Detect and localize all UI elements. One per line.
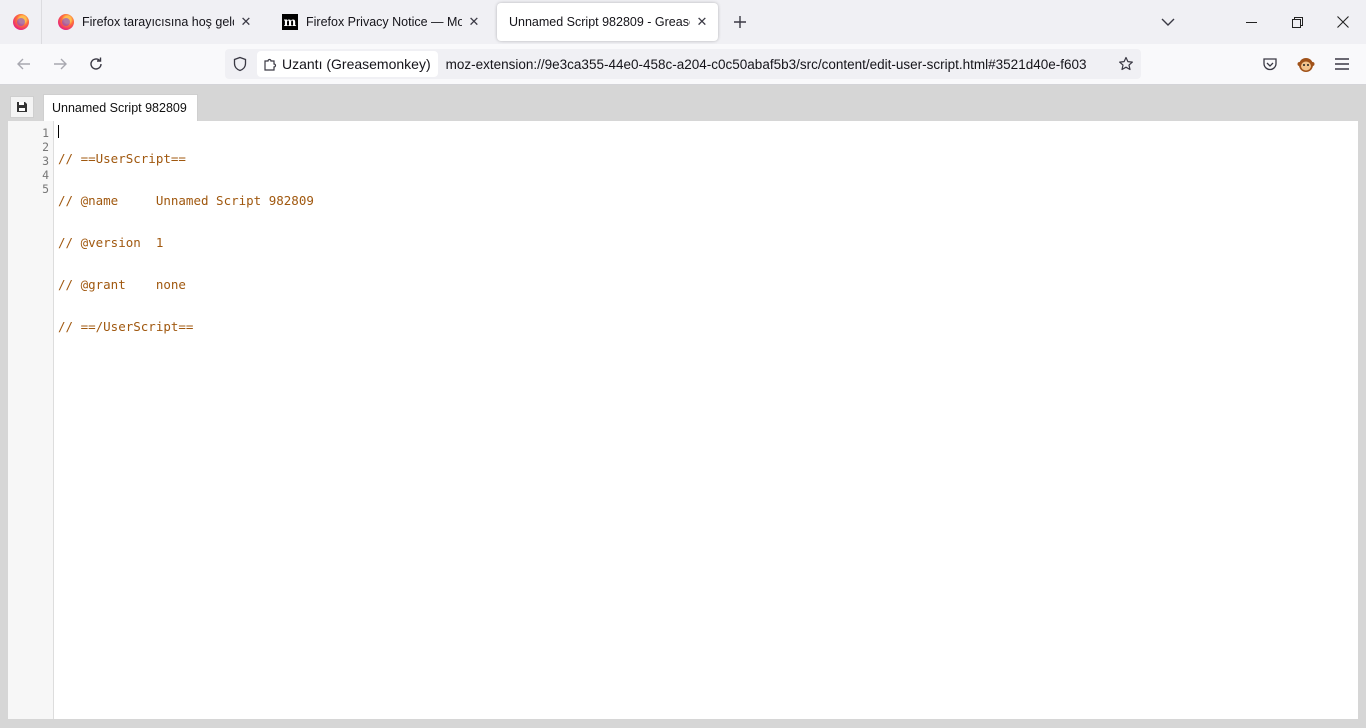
- pocket-icon: [1263, 58, 1277, 71]
- save-button[interactable]: [10, 96, 34, 118]
- code-line: // ==/UserScript==: [58, 319, 194, 334]
- puzzle-icon: [263, 57, 277, 71]
- line-number: 4: [42, 168, 49, 182]
- code-line: // @version 1: [58, 235, 164, 250]
- code-line: // ==UserScript==: [58, 151, 186, 166]
- reload-button[interactable]: [82, 50, 110, 78]
- greasemonkey-button[interactable]: [1292, 50, 1320, 78]
- close-icon[interactable]: ✕: [694, 14, 710, 30]
- code-line: // @grant none: [58, 277, 186, 292]
- firefox-icon: [12, 14, 29, 30]
- pocket-button[interactable]: [1256, 50, 1284, 78]
- close-window-button[interactable]: [1320, 0, 1366, 44]
- plus-icon: [734, 16, 746, 28]
- tab-title: Unnamed Script 982809 - Greasemonkey: [509, 15, 690, 29]
- list-all-tabs-button[interactable]: [1156, 10, 1180, 34]
- greasemonkey-icon: [1297, 58, 1315, 72]
- star-icon: [1119, 56, 1133, 71]
- restore-icon: [1291, 16, 1303, 28]
- forward-button[interactable]: [46, 50, 74, 78]
- hamburger-menu-icon: [1335, 58, 1349, 70]
- tab-greasemonkey-editor[interactable]: Unnamed Script 982809 - Greasemonkey ✕: [497, 3, 718, 41]
- save-icon: [17, 102, 27, 112]
- firefox-view-button[interactable]: [0, 0, 42, 44]
- back-arrow-icon: [17, 58, 30, 70]
- code-editor[interactable]: 1 2 3 4 5 // ==UserScript== // @name Unn…: [8, 121, 1358, 719]
- line-number-gutter: 1 2 3 4 5: [8, 121, 54, 719]
- url-bar[interactable]: Uzantı (Greasemonkey) moz-extension://9e…: [225, 49, 1141, 79]
- tab-welcome[interactable]: Firefox tarayıcısına hoş geldiniz ✕: [46, 3, 262, 41]
- tab-privacy-notice[interactable]: m Firefox Privacy Notice — Mozilla ✕: [270, 3, 490, 41]
- shield-icon: [233, 56, 247, 72]
- url-text[interactable]: moz-extension://9e3ca355-44e0-458c-a204-…: [446, 57, 1111, 72]
- line-number: 1: [42, 126, 49, 140]
- page-content: Unnamed Script 982809 1 2 3 4 5 // ==Use…: [0, 85, 1366, 728]
- tab-strip: Firefox tarayıcısına hoş geldiniz ✕ m Fi…: [0, 0, 1366, 44]
- chevron-down-icon: [1161, 18, 1175, 26]
- script-file-tab[interactable]: Unnamed Script 982809: [43, 94, 198, 121]
- tab-title: Firefox tarayıcısına hoş geldiniz: [82, 15, 234, 29]
- forward-arrow-icon: [54, 58, 67, 70]
- mozilla-icon: m: [282, 14, 298, 30]
- tracking-protection-button[interactable]: [225, 49, 255, 79]
- identity-box[interactable]: Uzantı (Greasemonkey): [257, 51, 438, 77]
- text-cursor: [58, 125, 59, 138]
- navigation-toolbar: Uzantı (Greasemonkey) moz-extension://9e…: [0, 44, 1366, 85]
- close-icon[interactable]: ✕: [466, 14, 482, 30]
- close-icon: [1337, 16, 1349, 28]
- close-icon[interactable]: ✕: [238, 14, 254, 30]
- minimize-button[interactable]: [1228, 0, 1274, 44]
- firefox-icon: [58, 14, 74, 30]
- app-menu-button[interactable]: [1328, 50, 1356, 78]
- identity-label: Uzantı (Greasemonkey): [282, 56, 431, 72]
- new-tab-button[interactable]: [728, 8, 752, 36]
- back-button[interactable]: [10, 50, 38, 78]
- line-number: 3: [42, 154, 49, 168]
- line-number: 2: [42, 140, 49, 154]
- bookmark-button[interactable]: [1111, 49, 1141, 79]
- code-line: // @name Unnamed Script 982809: [58, 193, 314, 208]
- code-content[interactable]: // ==UserScript== // @name Unnamed Scrip…: [58, 124, 314, 362]
- minimize-icon: [1245, 21, 1257, 23]
- restore-button[interactable]: [1274, 0, 1320, 44]
- line-number: 5: [42, 182, 49, 196]
- reload-icon: [90, 57, 102, 70]
- tab-title: Firefox Privacy Notice — Mozilla: [306, 15, 462, 29]
